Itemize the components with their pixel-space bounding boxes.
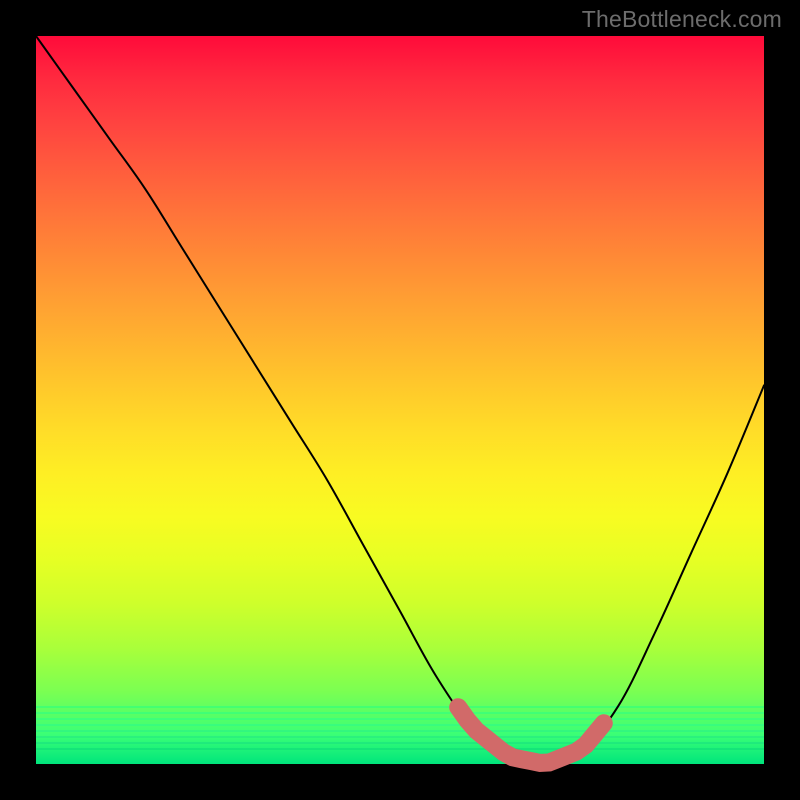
plot-area [36,36,764,764]
watermark-text: TheBottleneck.com [582,6,782,33]
chart-frame: TheBottleneck.com [0,0,800,800]
curve-svg [36,36,764,764]
curve-group [36,36,764,764]
bottleneck-curve [36,36,764,764]
highlight-segment [458,707,604,763]
